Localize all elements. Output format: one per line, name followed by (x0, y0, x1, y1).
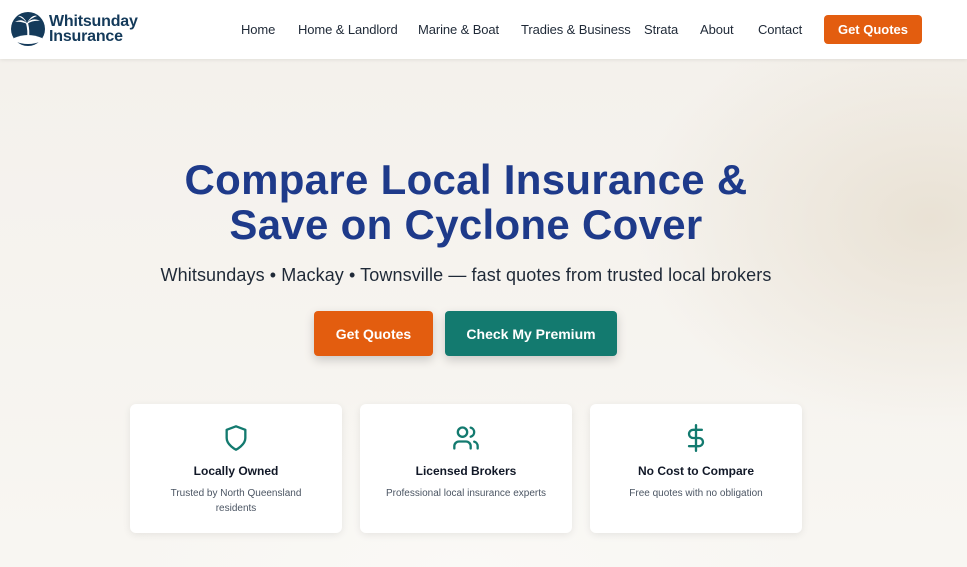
feature-card-licensed-brokers: Licensed Brokers Professional local insu… (360, 404, 572, 533)
palm-tree-icon (11, 12, 45, 46)
nav-item-home-landlord[interactable]: Home & Landlord (298, 22, 398, 37)
nav-item-home[interactable]: Home (241, 22, 275, 37)
feature-card-locally-owned: Locally Owned Trusted by North Queenslan… (130, 404, 342, 533)
dollar-icon (687, 424, 705, 452)
logo-text-line2: Insurance (49, 28, 123, 45)
feature-description: Professional local insurance experts (385, 488, 547, 499)
feature-title: Locally Owned (193, 464, 279, 478)
nav-item-about[interactable]: About (700, 22, 734, 37)
feature-description: Trusted by North Queensland residents (170, 488, 302, 514)
check-premium-button[interactable]: Check My Premium (445, 311, 617, 356)
header-get-quotes-button[interactable]: Get Quotes (824, 15, 922, 44)
site-header: Whitsunday Insurance Home Home & Landlor… (0, 0, 967, 59)
hero-title-line1: Compare Local Insurance & (184, 156, 748, 203)
nav-item-tradies-business[interactable]: Tradies & Business (521, 22, 631, 37)
users-icon (453, 426, 479, 450)
shield-icon (225, 425, 247, 451)
site-logo[interactable]: Whitsunday Insurance (10, 11, 138, 47)
feature-title: No Cost to Compare (637, 464, 754, 478)
feature-card-no-cost: No Cost to Compare Free quotes with no o… (590, 404, 802, 533)
logo-text: Whitsunday Insurance (49, 13, 138, 45)
feature-description: Free quotes with no obligation (629, 488, 763, 499)
hero-subtitle: Whitsundays • Mackay • Townsville — fast… (160, 265, 772, 285)
nav-item-strata[interactable]: Strata (644, 22, 678, 37)
logo-text-line1: Whitsunday (49, 13, 138, 30)
nav-item-marine-boat[interactable]: Marine & Boat (418, 22, 499, 37)
hero-title-line2: Save on Cyclone Cover (229, 201, 703, 248)
get-quotes-button[interactable]: Get Quotes (314, 311, 433, 356)
nav-item-contact[interactable]: Contact (758, 22, 802, 37)
hero-title: Compare Local Insurance & Save on Cyclon… (0, 157, 932, 247)
feature-title: Licensed Brokers (415, 464, 517, 478)
